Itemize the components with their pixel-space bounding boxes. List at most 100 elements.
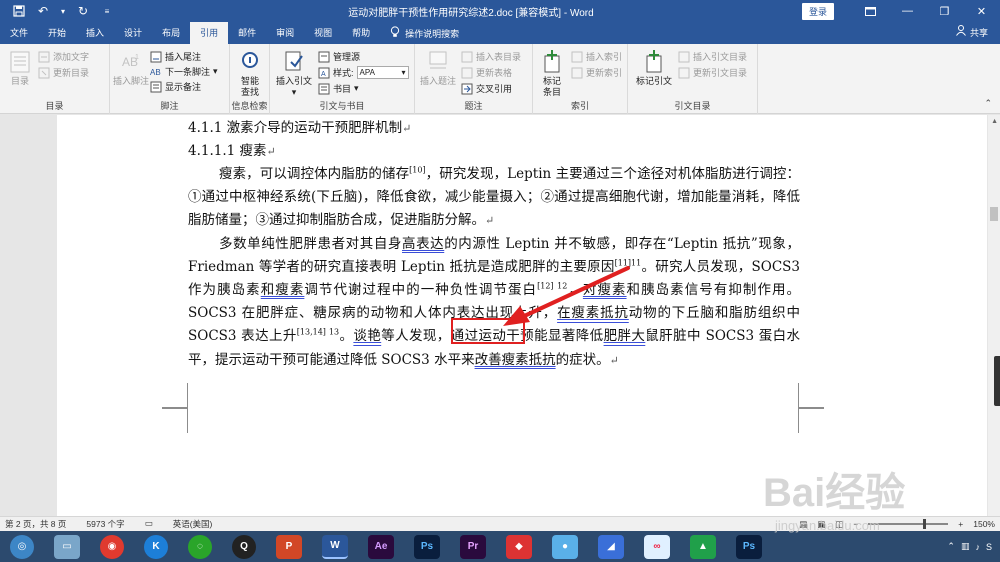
show-notes-button[interactable]: 显示备注 — [150, 80, 201, 93]
p2-text-underlined: 肥胖大 — [603, 328, 646, 345]
next-footnote-button[interactable]: AB 下一条脚注 ▾ — [150, 65, 218, 78]
tab-view[interactable]: 视图 — [304, 22, 342, 44]
group-citations: 插入引文 ▾ 管理源 A 样式: APA 书目 ▾ 引文与书目 — [270, 44, 415, 114]
collapse-ribbon-icon[interactable]: ⌃ — [984, 98, 992, 109]
insert-footnote-button[interactable]: AB 1 插入脚注 — [112, 50, 150, 87]
share-button[interactable]: 共享 — [956, 22, 1000, 44]
photoshop-icon[interactable]: Ps — [414, 534, 440, 559]
tell-me-search[interactable]: 操作说明搜索 — [380, 22, 459, 44]
baidu-netdisk-icon[interactable]: ∞ — [644, 534, 670, 559]
update-table-button[interactable]: 更新表格 — [461, 66, 512, 79]
powerpoint-icon[interactable]: P — [276, 534, 302, 559]
zoom-out-button[interactable]: − — [853, 519, 858, 529]
group-research-label: 信息检索 — [231, 101, 268, 111]
update-index-button[interactable]: 更新索引 — [571, 66, 622, 79]
p2-text-underlined: 和瘦素 — [260, 282, 305, 299]
insert-endnote-button[interactable]: 插入尾注 — [150, 50, 201, 63]
web-layout-icon[interactable]: ◫ — [835, 519, 843, 530]
scroll-up-icon[interactable]: ▲ — [991, 118, 998, 125]
tab-mailings[interactable]: 邮件 — [228, 22, 266, 44]
save-icon[interactable] — [12, 4, 26, 18]
print-layout-icon[interactable]: ▣ — [817, 519, 825, 530]
tab-references[interactable]: 引用 — [190, 22, 229, 44]
smart-lookup-button[interactable]: 智能 查找 — [234, 50, 266, 98]
restore-icon[interactable]: ❐ — [926, 0, 963, 22]
group-captions: 插入题注 插入表目录 更新表格 交叉引用 题注 — [415, 44, 533, 114]
toc-button[interactable]: 目录 — [6, 50, 34, 87]
side-dock-handle[interactable] — [994, 356, 1000, 406]
login-button[interactable]: 登录 — [801, 2, 834, 20]
highlighted-citation-ref: 13 — [325, 327, 340, 337]
vertical-scrollbar[interactable]: ▲ — [988, 115, 1000, 516]
mark-entry-button[interactable]: 标记 条目 — [537, 50, 567, 98]
word-icon[interactable]: W — [322, 534, 348, 559]
quick-access-toolbar: ↶ ▾ ↻ ≡ — [0, 4, 140, 18]
bibliography-button[interactable]: 书目 ▾ — [318, 82, 359, 95]
insert-index-button[interactable]: 插入索引 — [571, 50, 622, 63]
browser-icon[interactable]: ◎ — [10, 534, 34, 559]
kugou-icon[interactable]: K — [144, 534, 168, 559]
chat-app-icon[interactable]: ● — [552, 534, 578, 559]
mark-citation-button[interactable]: 标记引文 — [634, 50, 674, 87]
svg-text:1: 1 — [135, 54, 139, 61]
customize-qat-icon[interactable]: ≡ — [100, 4, 114, 18]
redo-icon[interactable]: ↻ — [76, 4, 90, 18]
zoom-in-button[interactable]: + — [958, 519, 963, 529]
language-indicator[interactable]: 英语(美国) — [173, 518, 213, 530]
close-icon[interactable]: ✕ — [963, 0, 1000, 22]
file-explorer-icon[interactable]: ▭ — [54, 534, 80, 559]
p2-text: 。 — [339, 328, 354, 345]
page-corner-mark — [798, 383, 824, 409]
group-index-label: 索引 — [570, 101, 589, 111]
proofing-icon[interactable]: ▭ — [145, 518, 153, 530]
insert-toa-button[interactable]: 插入引文目录 — [678, 50, 747, 63]
update-toc-button[interactable]: 更新目录 — [38, 66, 89, 79]
insert-citation-button[interactable]: 插入引文 ▾ — [274, 50, 314, 98]
cross-reference-button[interactable]: 交叉引用 — [461, 82, 512, 95]
premiere-icon[interactable]: Pr — [460, 534, 486, 559]
tab-layout[interactable]: 布局 — [152, 22, 190, 44]
insert-caption-button[interactable]: 插入题注 — [417, 50, 459, 87]
input-method-icon[interactable]: S — [986, 542, 992, 552]
tab-file[interactable]: 文件 — [0, 22, 38, 44]
qq-icon[interactable]: Q — [232, 534, 256, 559]
volume-icon[interactable]: ♪ — [975, 542, 980, 552]
drive-icon[interactable]: ▲ — [690, 534, 716, 559]
citation-ref: [10] — [409, 165, 426, 175]
tab-design[interactable]: 设计 — [114, 22, 152, 44]
citation-style[interactable]: A 样式: APA — [318, 66, 409, 79]
after-effects-icon[interactable]: Ae — [368, 534, 394, 559]
read-mode-icon[interactable]: ▤ — [799, 519, 807, 530]
show-hidden-icons[interactable]: ⌃ — [947, 541, 955, 552]
chevron-down-icon: ▾ — [291, 87, 297, 97]
add-text-label: 添加文字 — [53, 52, 90, 62]
scroll-thumb[interactable] — [990, 207, 998, 221]
style-icon: A — [318, 67, 330, 78]
undo-icon[interactable]: ↶ — [36, 4, 50, 18]
netease-music-icon[interactable]: ◉ — [100, 534, 124, 559]
zoom-slider[interactable] — [868, 519, 949, 529]
wechat-icon[interactable]: ◌ — [188, 534, 212, 559]
heading-level-4: 4.1.1.1 瘦素↵ — [188, 140, 800, 163]
photoshop-icon-2[interactable]: Ps — [736, 534, 762, 559]
tab-home[interactable]: 开始 — [38, 22, 76, 44]
tab-help[interactable]: 帮助 — [342, 22, 380, 44]
insert-table-figures-button[interactable]: 插入表目录 — [461, 50, 521, 63]
recorder-icon[interactable]: ◆ — [506, 534, 532, 559]
manage-sources-button[interactable]: 管理源 — [318, 50, 360, 63]
tab-insert[interactable]: 插入 — [76, 22, 114, 44]
add-text-button[interactable]: 添加文字 — [38, 50, 89, 63]
word-count[interactable]: 5973 个字 — [86, 518, 124, 530]
ribbon-display-options-icon[interactable] — [852, 0, 889, 22]
network-icon[interactable]: ▥ — [961, 541, 970, 552]
zoom-slider-thumb[interactable] — [923, 519, 927, 529]
minimize-icon[interactable]: — — [889, 0, 926, 22]
group-index: 标记 条目 插入索引 更新索引 索引 — [533, 44, 628, 114]
dingtalk-icon[interactable]: ◢ — [598, 534, 624, 559]
update-toa-button[interactable]: 更新引文目录 — [678, 66, 747, 79]
undo-dropdown-icon[interactable]: ▾ — [60, 4, 66, 18]
citation-style-select[interactable]: APA — [356, 66, 409, 79]
zoom-level[interactable]: 150% — [973, 519, 995, 529]
tab-review[interactable]: 审阅 — [266, 22, 304, 44]
page-count[interactable]: 第 2 页，共 8 页 — [5, 518, 66, 530]
